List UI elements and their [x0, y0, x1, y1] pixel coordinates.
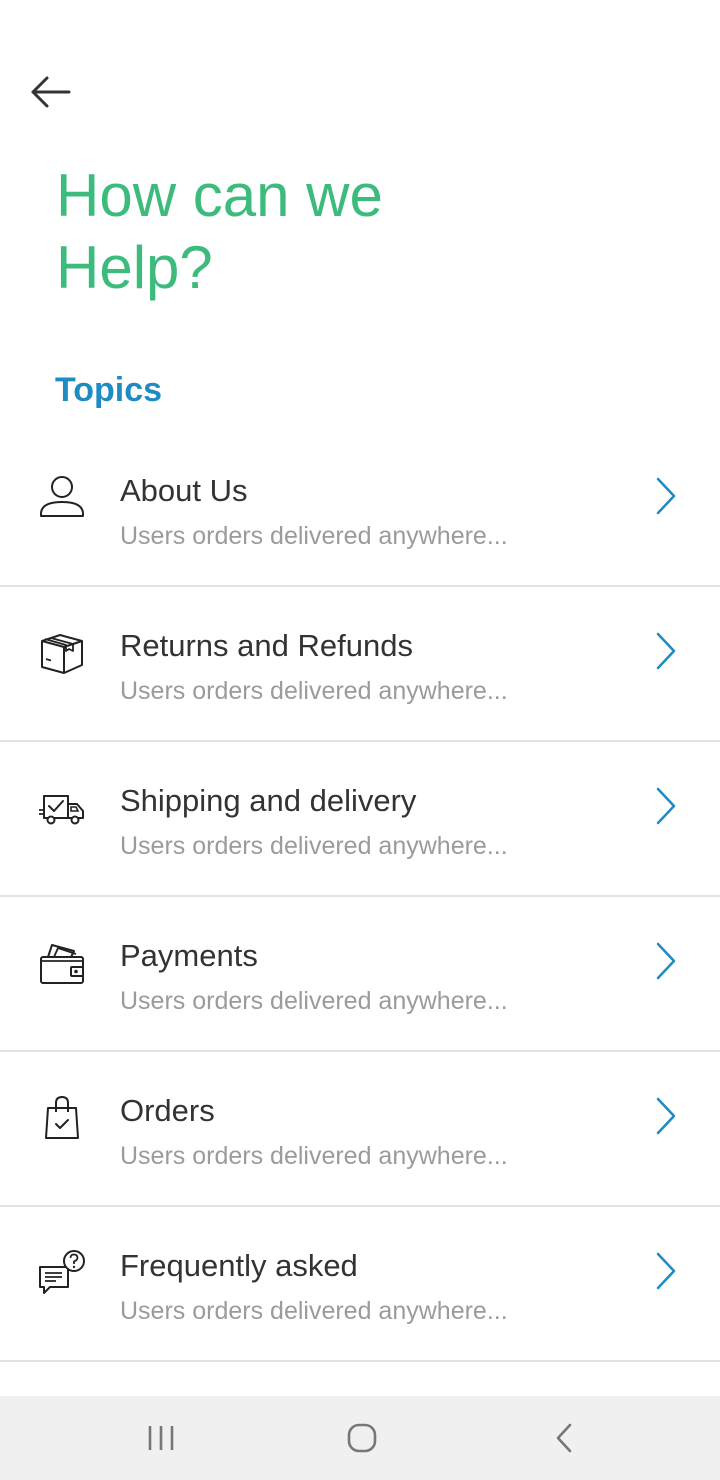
- system-nav-bar: [0, 1396, 720, 1480]
- topics-label: Topics: [55, 371, 163, 409]
- delivery-truck-icon: [39, 795, 84, 825]
- topic-subtitle: Users orders delivered anywhere...: [120, 677, 508, 705]
- chevron-right-icon: [656, 477, 676, 515]
- page-title: How can we Help?: [56, 162, 383, 301]
- topic-item-payments[interactable]: Payments Users orders delivered anywhere…: [0, 897, 720, 1052]
- faq-chat-icon: [39, 1250, 85, 1294]
- topic-subtitle: Users orders delivered anywhere...: [120, 832, 508, 860]
- shopping-bag-icon: [45, 1095, 79, 1139]
- chevron-right-icon: [656, 787, 676, 825]
- topic-item-about-us[interactable]: About Us Users orders delivered anywhere…: [0, 432, 720, 587]
- topics-list: About Us Users orders delivered anywhere…: [0, 432, 720, 1362]
- back-button[interactable]: [24, 68, 76, 116]
- topic-title: Payments: [120, 938, 258, 973]
- topic-item-orders[interactable]: Orders Users orders delivered anywhere..…: [0, 1052, 720, 1207]
- recent-apps-icon: [148, 1426, 174, 1450]
- chevron-right-icon: [656, 942, 676, 980]
- chevron-right-icon: [656, 632, 676, 670]
- topic-item-returns-refunds[interactable]: Returns and Refunds Users orders deliver…: [0, 587, 720, 742]
- topic-subtitle: Users orders delivered anywhere...: [120, 987, 508, 1015]
- topic-subtitle: Users orders delivered anywhere...: [120, 1142, 508, 1170]
- topic-subtitle: Users orders delivered anywhere...: [120, 1297, 508, 1325]
- chevron-right-icon: [656, 1097, 676, 1135]
- topic-title: Frequently asked: [120, 1248, 358, 1283]
- system-back-button[interactable]: [534, 1414, 594, 1462]
- topic-item-shipping-delivery[interactable]: Shipping and delivery Users orders deliv…: [0, 742, 720, 897]
- topic-title: Returns and Refunds: [120, 628, 413, 663]
- wallet-icon: [40, 944, 84, 984]
- box-icon: [41, 634, 83, 674]
- home-icon: [347, 1423, 377, 1453]
- arrow-left-icon: [31, 76, 71, 108]
- topic-item-frequently-asked[interactable]: Frequently asked Users orders delivered …: [0, 1207, 720, 1362]
- topic-title: Orders: [120, 1093, 215, 1128]
- topic-title: About Us: [120, 473, 248, 508]
- topic-title: Shipping and delivery: [120, 783, 417, 818]
- chevron-right-icon: [656, 1252, 676, 1290]
- recent-apps-button[interactable]: [131, 1414, 191, 1462]
- topic-subtitle: Users orders delivered anywhere...: [120, 522, 508, 550]
- home-button[interactable]: [332, 1414, 392, 1462]
- user-icon: [40, 476, 84, 517]
- back-chevron-icon: [556, 1423, 572, 1453]
